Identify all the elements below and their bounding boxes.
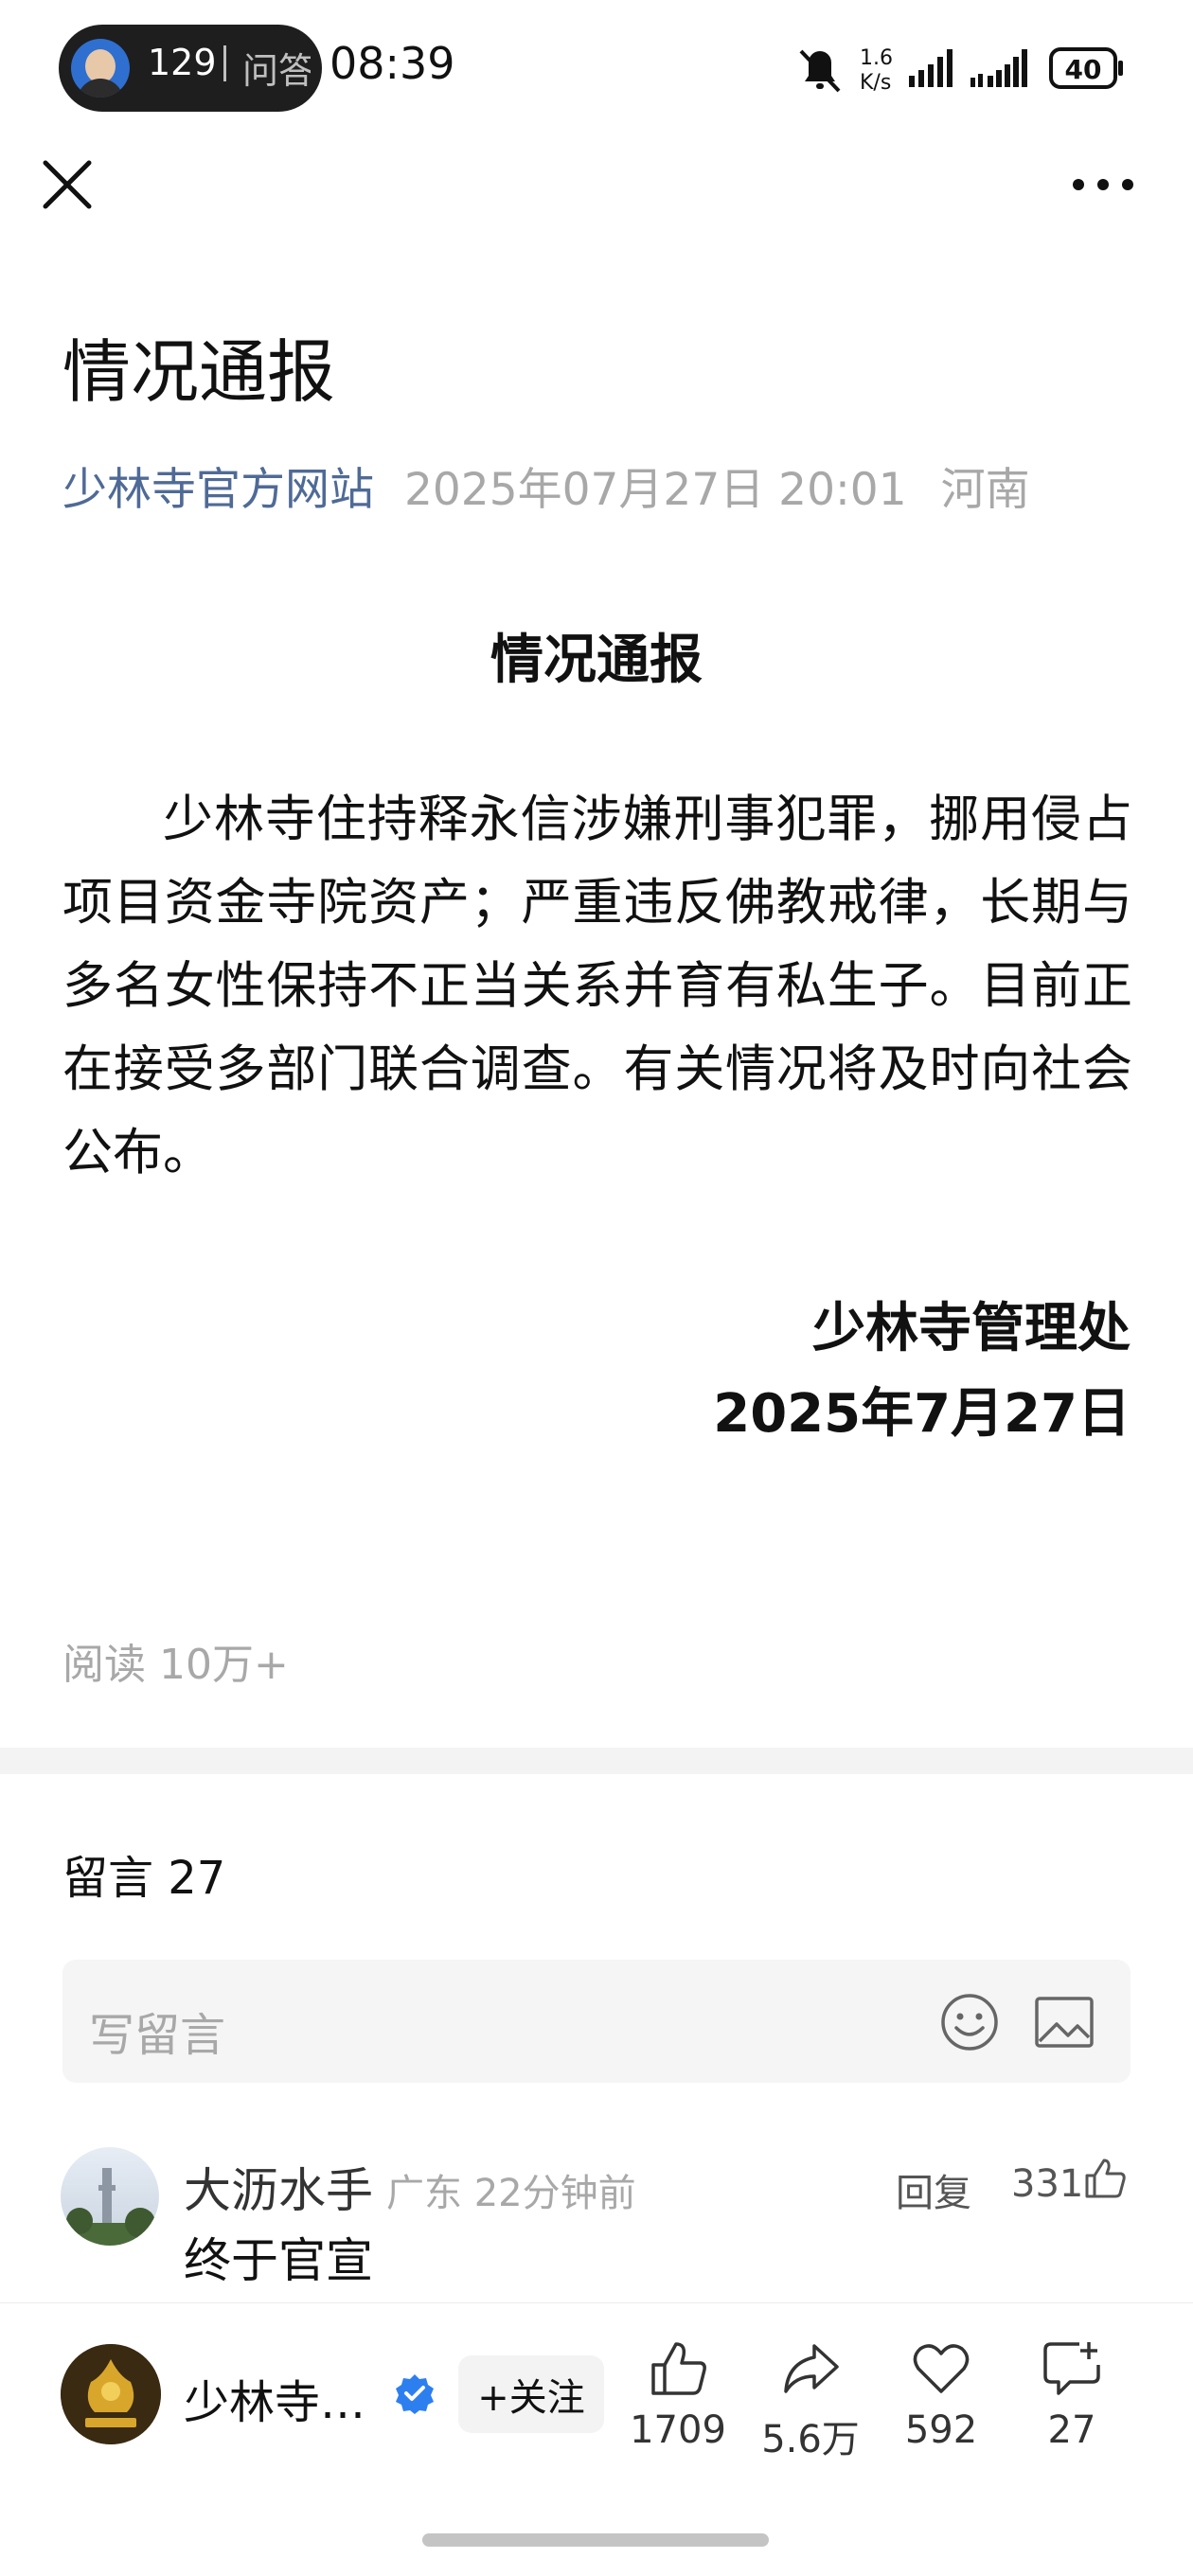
comment-text: 终于官宣 [184,2233,373,2288]
comment-like-count: 331 [1011,2162,1084,2206]
share-icon [784,2344,839,2393]
emoji-icon[interactable] [939,1992,1000,2052]
like-action[interactable]: 1709 [621,2338,735,2452]
comment-reply-button[interactable]: 回复 [896,2162,971,2217]
more-icon[interactable] [1070,161,1136,208]
notification-avatar [71,39,130,98]
article-heading: 情况通报 [490,630,703,691]
article-datetime: 2025年07月27日 20:01 [404,464,907,516]
notification-count: 129 [148,42,217,83]
battery-icon: 40 [1049,47,1123,89]
pill-divider [223,45,226,81]
read-count: 阅读 10万+ [62,1641,289,1689]
comment-placeholder: 写留言 [89,2009,226,2062]
comment-meta: 广东 22分钟前 [386,2172,636,2215]
article-location: 河南 [940,464,1030,516]
verified-badge-icon [396,2374,434,2414]
commenter-avatar[interactable] [61,2147,159,2246]
account-avatar[interactable] [61,2344,161,2444]
section-divider [0,1748,1193,1774]
home-indicator[interactable] [422,2533,769,2547]
heart-icon [913,2344,970,2393]
status-time: 08:39 [329,38,455,89]
account-name[interactable]: 少林寺… [184,2365,373,2431]
comments-title: 留言 27 [62,1852,226,1905]
comment-count: 27 [1047,2408,1096,2452]
favorite-count: 592 [904,2408,978,2452]
battery-level: 40 [1065,54,1102,85]
thumbs-up-icon[interactable] [1083,2157,1127,2200]
net-speed-value: 1.6 [860,46,893,70]
mute-bell-icon [799,49,841,93]
comment-action[interactable]: 27 [1015,2338,1129,2452]
share-action[interactable]: 5.6万 [754,2338,867,2463]
share-count: 5.6万 [761,2418,860,2461]
article-body: 少林寺住持释永信涉嫌刑事犯罪，挪用侵占项目资金寺院资产；严重违反佛教戒律，长期与… [62,791,1132,1181]
follow-button[interactable]: +关注 [458,2355,604,2433]
signature-date: 2025年7月27日 [713,1383,1131,1445]
status-icons: 1.6 K/s 40 [799,46,1123,95]
article-meta: 少林寺官方网站 2025年07月27日 20:01 河南 [62,453,1030,518]
comment-add-icon [1043,2342,1100,2395]
signal-icon [909,49,953,87]
thumbs-up-icon [651,2342,706,2395]
notification-app: 问答 [242,50,311,92]
image-icon[interactable] [1034,1996,1095,2049]
commenter-name[interactable]: 大沥水手 [184,2153,373,2221]
net-speed-unit: K/s [860,71,891,95]
close-icon[interactable] [34,151,100,218]
like-count: 1709 [630,2408,726,2452]
favorite-action[interactable]: 592 [884,2338,998,2452]
article-title: 情况通报 [62,332,336,412]
signature-org: 少林寺管理处 [812,1298,1131,1359]
signal-2-icon [970,49,1027,87]
article-source[interactable]: 少林寺官方网站 [62,464,374,516]
